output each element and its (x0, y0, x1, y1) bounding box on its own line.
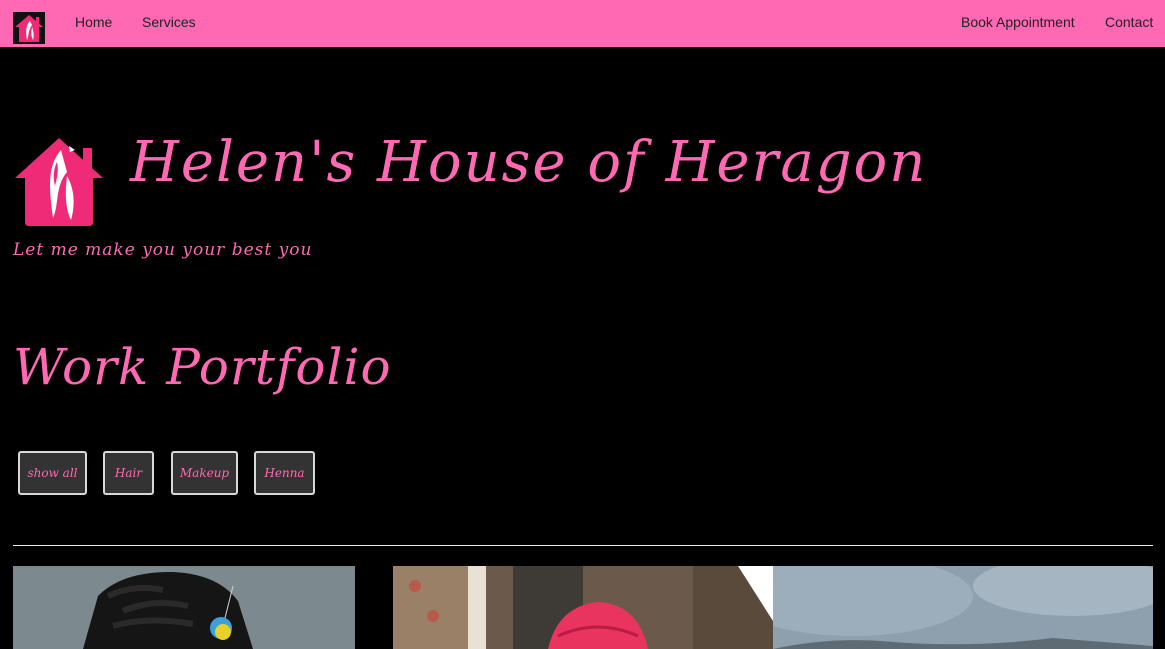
brand-logo-icon[interactable] (13, 12, 45, 44)
site-tagline: Let me make you your best you (13, 240, 313, 260)
house-logo-icon (13, 136, 105, 228)
top-navbar: Home Services Book Appointment Contact (0, 0, 1165, 47)
portfolio-heading: Work Portfolio (13, 338, 392, 396)
portfolio-photo-makeup[interactable] (393, 566, 773, 649)
portfolio-photo-hair[interactable] (13, 566, 355, 649)
section-divider (13, 545, 1153, 546)
filter-show-all-button[interactable]: show all (18, 451, 87, 495)
nav-book-appointment-link[interactable]: Book Appointment (961, 14, 1075, 30)
nav-services-link[interactable]: Services (142, 14, 196, 30)
filter-hair-button[interactable]: Hair (103, 451, 154, 495)
nav-contact-link[interactable]: Contact (1105, 14, 1153, 30)
site-title: Helen's House of Heragon (130, 130, 928, 195)
nav-home-link[interactable]: Home (75, 14, 112, 30)
portfolio-photo-henna[interactable] (773, 566, 1153, 649)
filter-makeup-button[interactable]: Makeup (171, 451, 238, 495)
filter-henna-button[interactable]: Henna (254, 451, 315, 495)
